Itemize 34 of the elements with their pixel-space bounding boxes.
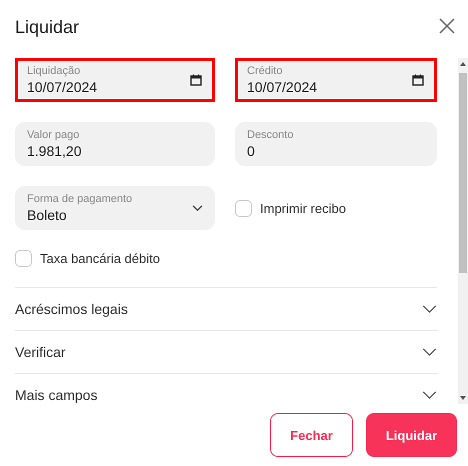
- field-label: Valor pago: [27, 129, 80, 141]
- close-button[interactable]: Fechar: [270, 413, 353, 457]
- confirm-button[interactable]: Liquidar: [366, 413, 457, 457]
- field-label: Forma de pagamento: [27, 193, 132, 205]
- field-value: Boleto: [27, 207, 68, 223]
- input-field[interactable]: Desconto 0: [235, 122, 437, 166]
- field-label: Desconto: [247, 129, 294, 141]
- date-field[interactable]: Crédito 10/07/2024: [235, 58, 437, 102]
- field-label: Crédito: [247, 65, 284, 77]
- select-field[interactable]: Forma de pagamento Boleto: [15, 186, 215, 230]
- checkbox-label: Taxa bancária débito: [40, 251, 160, 266]
- chevron-icon: [422, 391, 437, 399]
- field-value: 10/07/2024: [247, 79, 318, 95]
- field-value: 0: [247, 143, 256, 159]
- calendar-icon[interactable]: [190, 74, 202, 86]
- input-field[interactable]: Valor pago 1.981,20: [15, 122, 215, 166]
- scroll-up-icon[interactable]: [460, 62, 466, 66]
- field-value: 1.981,20: [27, 143, 82, 159]
- date-field[interactable]: Liquidação 10/07/2024: [15, 58, 215, 102]
- scroll-down-icon[interactable]: [460, 396, 466, 400]
- field-label: Liquidação: [27, 65, 82, 77]
- accordion-header[interactable]: Verificar: [15, 330, 437, 373]
- chevron-down-icon[interactable]: [192, 204, 203, 212]
- checkbox[interactable]: [235, 200, 252, 216]
- checkbox[interactable]: [15, 250, 32, 267]
- scrollbar[interactable]: [458, 58, 468, 404]
- checkbox-label: Imprimir recibo: [260, 200, 346, 216]
- dialog-title: Liquidar: [15, 16, 80, 38]
- calendar-icon[interactable]: [412, 74, 424, 86]
- field-value: 10/07/2024: [27, 79, 98, 95]
- close-icon[interactable]: [439, 18, 455, 34]
- chevron-icon: [422, 305, 437, 313]
- accordion-header[interactable]: Acréscimos legais: [15, 287, 437, 330]
- chevron-icon: [422, 348, 437, 356]
